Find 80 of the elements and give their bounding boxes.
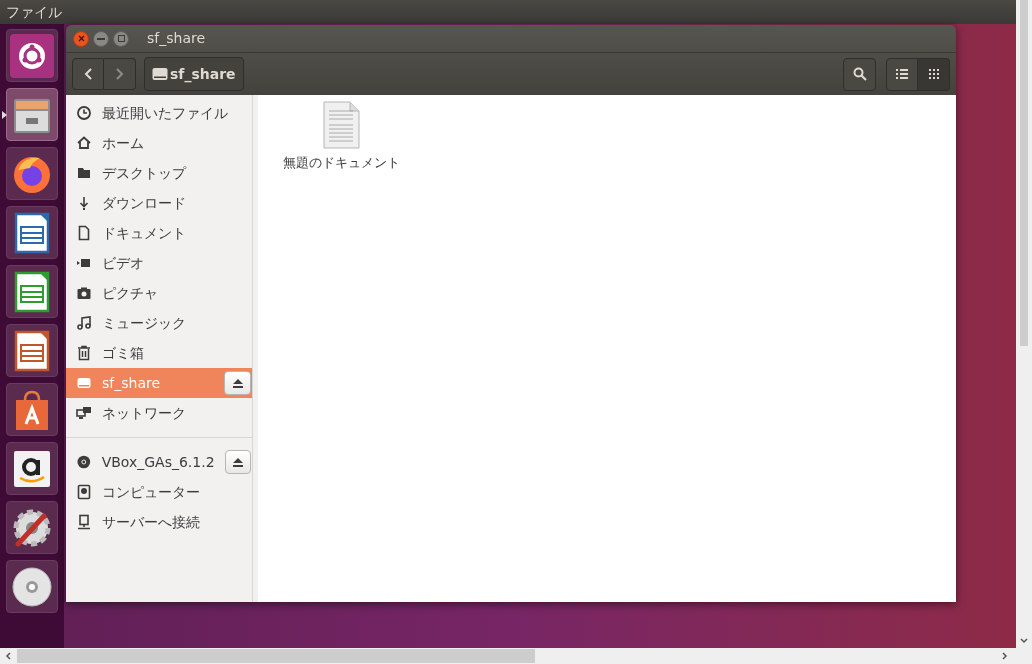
back-icon xyxy=(84,68,92,80)
close-icon xyxy=(77,35,85,42)
sidebar-item[interactable]: コンピューター xyxy=(66,477,252,507)
scroll-down-icon[interactable] xyxy=(1020,638,1028,644)
sidebar-label: サーバーへ接続 xyxy=(102,512,201,532)
sidebar-label: ドキュメント xyxy=(102,223,187,243)
sidebar-label: sf_share xyxy=(102,373,162,393)
sidebar-item[interactable]: ネットワーク xyxy=(66,398,252,428)
sidebar-item[interactable]: ミュージック xyxy=(66,308,252,338)
file-item[interactable]: 無題のドキュメント xyxy=(276,101,406,173)
sidebar-item[interactable]: ピクチャ xyxy=(66,278,252,308)
drive-icon xyxy=(76,375,92,391)
sidebar-item[interactable]: VBox_GAs_6.1.2 xyxy=(66,447,252,477)
sidebar-label: 最近開いたファイル xyxy=(102,103,229,123)
eject-icon xyxy=(231,378,244,388)
camera-icon xyxy=(76,285,92,301)
back-button[interactable] xyxy=(72,58,104,90)
sidebar-label: デスクトップ xyxy=(102,163,188,183)
launcher-item[interactable] xyxy=(6,383,58,436)
launcher-item[interactable] xyxy=(6,501,58,554)
scroll-left-icon[interactable] xyxy=(5,652,11,660)
forward-icon xyxy=(115,68,124,80)
launcher-item[interactable] xyxy=(6,442,58,495)
minimize-button[interactable] xyxy=(93,30,109,47)
eject-icon xyxy=(231,457,244,467)
sidebar-label: ピクチャ xyxy=(102,283,159,303)
launcher-item[interactable] xyxy=(6,206,58,259)
optical-disc-icon xyxy=(10,564,54,609)
view-mode-button[interactable] xyxy=(886,57,918,91)
sidebar-item[interactable]: サーバーへ接続 xyxy=(66,507,252,537)
menu-title[interactable]: ファイル xyxy=(6,1,62,23)
path-button[interactable]: sf_share xyxy=(144,57,244,91)
grid-icon xyxy=(928,69,939,79)
sidebar-label: ネットワーク xyxy=(102,403,187,423)
music-note-icon xyxy=(76,315,92,331)
maximize-icon xyxy=(117,35,125,42)
launcher-item[interactable] xyxy=(6,324,58,377)
sidebar-label: VBox_GAs_6.1.2 xyxy=(101,452,215,472)
sidebar-item[interactable]: ゴミ箱 xyxy=(66,338,252,368)
minimize-icon xyxy=(97,37,105,40)
ubuntu-logo-icon xyxy=(10,33,54,78)
launcher-item[interactable] xyxy=(6,265,58,318)
forward-button[interactable] xyxy=(104,58,136,90)
running-indicator xyxy=(2,111,7,119)
sidebar-label: コンピューター xyxy=(102,482,201,502)
document-icon xyxy=(76,225,92,241)
folder-icon xyxy=(76,165,92,181)
sidebar-item[interactable]: ダウンロード xyxy=(66,188,252,218)
scroll-right-icon[interactable] xyxy=(1002,652,1008,660)
launcher-item[interactable] xyxy=(6,147,58,200)
maximize-button[interactable] xyxy=(113,30,129,47)
network-icon xyxy=(76,405,92,421)
sidebar-item[interactable]: ホーム xyxy=(66,128,252,158)
home-icon xyxy=(76,135,92,151)
file-name: 無題のドキュメント xyxy=(282,154,400,172)
sidebar-label: ミュージック xyxy=(102,313,187,333)
disc-icon xyxy=(76,454,92,470)
window-title: sf_share xyxy=(147,29,206,48)
server-icon xyxy=(76,514,92,530)
list-icon xyxy=(896,69,908,79)
drive-icon xyxy=(152,67,168,81)
text-document-icon xyxy=(322,101,360,149)
sidebar-label: ホーム xyxy=(102,133,145,153)
launcher-item[interactable] xyxy=(6,29,58,82)
eject-button[interactable] xyxy=(224,450,251,474)
eject-button[interactable] xyxy=(224,371,251,395)
clock-icon xyxy=(76,105,92,121)
sidebar-label: ビデオ xyxy=(102,253,145,273)
sidebar-label: ゴミ箱 xyxy=(102,343,145,363)
search-button[interactable] xyxy=(843,57,876,91)
sidebar-item[interactable]: ビデオ xyxy=(66,248,252,278)
view-mode-button[interactable] xyxy=(918,57,950,91)
close-button[interactable] xyxy=(73,30,89,47)
launcher-item[interactable] xyxy=(6,560,58,613)
sidebar-item[interactable]: 最近開いたファイル xyxy=(66,98,252,128)
sidebar-item[interactable]: デスクトップ xyxy=(66,158,252,188)
sidebar-item[interactable]: ドキュメント xyxy=(66,218,252,248)
search-icon xyxy=(852,67,867,81)
trash-icon xyxy=(76,345,92,361)
sidebar-label: ダウンロード xyxy=(102,193,187,213)
